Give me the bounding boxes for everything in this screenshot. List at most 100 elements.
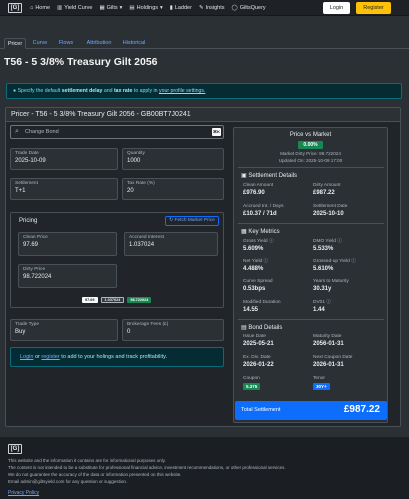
tab-attribution[interactable]: Attribution <box>82 38 116 49</box>
trade-type-field[interactable]: Trade Type Buy <box>10 319 118 341</box>
nav-holdings[interactable]: ▤ Holdings ▾ <box>129 4 162 12</box>
tab-historical[interactable]: Historical <box>119 38 149 49</box>
chevron-down-icon: ▾ <box>119 5 123 11</box>
bond-details-label: Bond Details <box>248 325 283 331</box>
gross-yield-value: 5.609% <box>243 246 264 252</box>
dirty-price-field[interactable]: Dirty Price 98.722024 <box>18 264 117 288</box>
nav-gilts-label: Gilts <box>106 5 118 11</box>
login-prompt: Login or register to add to your holings… <box>10 347 224 367</box>
issue-date: Issue Date 2025-05-21 <box>243 334 274 348</box>
quantity-value: 1000 <box>127 158 141 164</box>
total-settlement-label: Total Settlement <box>241 407 281 413</box>
nav-ladder-label: Ladder <box>174 5 192 11</box>
dmo-yield-value: 5.533% <box>313 246 334 252</box>
next-coupon-date-value: 2026-01-31 <box>313 362 344 368</box>
search-icon: ⌕ <box>15 128 19 135</box>
coupon-label: Coupon <box>243 376 260 381</box>
total-settlement-value: £987.22 <box>343 404 380 415</box>
alert-text-pre: Specify the default <box>17 88 61 94</box>
search-placeholder: Change Bond <box>25 129 59 135</box>
calendar-icon: ▣ <box>241 173 247 179</box>
nav-yield-curve[interactable]: ▥ Yield Curve <box>57 4 92 12</box>
curve-spread: Curve Spread 0.53bps <box>243 279 273 293</box>
insights-icon: ✎ <box>198 5 204 11</box>
card-title: Pricer - T56 - 5 3/8% Treasury Gilt 2056… <box>6 108 400 122</box>
nav-ladder[interactable]: ▮ Ladder <box>170 4 192 12</box>
footer-logo: [G] <box>8 444 22 454</box>
footer-disclaimer-3: We do not guarantee the accuracy of the … <box>8 472 182 477</box>
gross-yield: Gross Yield ⓘ 5.609% <box>243 239 274 253</box>
login-button[interactable]: Login <box>323 2 350 14</box>
footer-disclaimer-4: Email admin@giltsyield.com for any quest… <box>8 479 128 484</box>
dv01: DV01 ⓘ 1.44 <box>313 300 331 314</box>
tab-curve[interactable]: Curve <box>29 38 51 49</box>
years-to-maturity: Years to Maturity 30.31y <box>313 279 349 293</box>
footer-disclaimer-2: The content is not intended to be a subs… <box>8 465 286 470</box>
dirty-price-badge: 98.722024 <box>127 297 152 303</box>
dv01-value: 1.44 <box>313 307 325 313</box>
page-title: T56 - 5 3/8% Treasury Gilt 2056 <box>4 56 158 68</box>
grossed-up-yield: Grossed-up Yield ⓘ 5.610% <box>313 259 356 273</box>
nav-gilts[interactable]: ▦ Gilts ▾ <box>99 4 122 12</box>
maturity-date: Maturity Date 2056-01-31 <box>313 334 344 348</box>
brokerage-fees-field[interactable]: Brokerage Fees (£) 0 <box>122 319 224 341</box>
coupon-badge: 5.375 <box>243 383 261 390</box>
clean-price-badge: 97.69 <box>82 297 98 303</box>
register-button[interactable]: Register <box>356 2 391 14</box>
ex-div-date: Ex. Div. Date 2026-01-22 <box>243 355 274 369</box>
nav-giltsquery-label: GiltsQuery <box>239 5 266 11</box>
footer-disclaimer-1: This website and the information it cont… <box>8 458 166 463</box>
tab-pricer[interactable]: Pricer <box>4 38 26 49</box>
settlement-date: Settlement Date 2025-10-10 <box>313 204 347 218</box>
pricing-panel <box>10 212 224 308</box>
clean-price-field[interactable]: Clean Price 97.69 <box>18 232 117 256</box>
alert-tax-rate: tax rate <box>113 88 133 94</box>
bond-icon: ▤ <box>241 325 247 331</box>
dirty-amount: Dirty Amount £987.22 <box>313 183 340 197</box>
settlement-date-value: 2025-10-10 <box>313 211 344 217</box>
alert-settlement-delay: settlement delay <box>61 88 103 94</box>
change-bond-search[interactable]: ⌕ Change Bond <box>10 125 224 139</box>
coupon: Coupon 5.375 <box>243 376 261 390</box>
updated-on: Updated On: 2025-10-09 17:00 <box>278 158 343 163</box>
clean-price-value: 97.69 <box>23 242 39 248</box>
modified-duration: Modified Duration 14.55 <box>243 300 281 314</box>
modified-duration-value: 14.55 <box>243 307 259 313</box>
clean-amount-value: £976.90 <box>243 190 265 196</box>
brokerage-fees-value: 0 <box>127 329 131 335</box>
settlement-field[interactable]: Settlement T+1 <box>10 178 118 200</box>
dirty-price-value: 98.722024 <box>23 274 52 280</box>
nav-yield-curve-label: Yield Curve <box>64 5 93 11</box>
accrued-interest-field[interactable]: Accrued Interest 1.037024 <box>124 232 218 256</box>
nav-links: ⌂ Home ▥ Yield Curve ▦ Gilts ▾ ▤ Holdings ▾ ▮ L… <box>30 4 266 12</box>
tax-rate-field[interactable]: Tax Rate (%) 20 <box>122 178 224 200</box>
refresh-icon: ↻ <box>169 218 174 223</box>
price-diff-badge: 0.00% <box>298 141 323 149</box>
curve-spread-value: 0.53bps <box>243 286 266 292</box>
nav-home[interactable]: ⌂ Home <box>30 4 50 12</box>
holdings-icon: ▤ <box>129 5 135 11</box>
tax-rate-value: 20 <box>127 188 134 194</box>
chart-icon: ▥ <box>57 5 63 11</box>
top-navbar: [G] ⌂ Home ▥ Yield Curve ▦ Gilts ▾ ▤ Holdings… <box>0 0 409 16</box>
quantity-field[interactable]: Quantity 1000 <box>122 148 224 170</box>
login-link[interactable]: Login <box>20 354 33 360</box>
register-link[interactable]: register <box>41 354 59 360</box>
nav-giltsquery[interactable]: ◯ GiltsQuery <box>232 4 266 12</box>
tab-flows[interactable]: Flows <box>55 38 77 49</box>
profile-settings-link[interactable]: your profile settings. <box>159 88 205 94</box>
privacy-policy-link[interactable]: Privacy Policy <box>8 490 39 496</box>
gilts-icon: ▦ <box>99 5 105 11</box>
price-badges: 97.69 1.037024 98.722024 <box>82 297 152 303</box>
trade-date-value: 2025-10-09 <box>15 158 46 164</box>
metrics-icon: ▦ <box>241 229 247 235</box>
nav-insights[interactable]: ✎ Insights <box>199 4 225 12</box>
site-logo[interactable]: [G] <box>8 3 22 13</box>
ladder-icon: ▮ <box>169 5 173 11</box>
ex-div-date-value: 2026-01-22 <box>243 362 274 368</box>
fetch-market-price-button[interactable]: ↻ Fetch Market Price <box>165 216 219 226</box>
alert-text-post: to apply in <box>133 88 158 94</box>
trade-date-field[interactable]: Trade Date 2025-10-09 <box>10 148 118 170</box>
query-icon: ◯ <box>231 5 238 11</box>
info-icon: ● <box>13 88 17 94</box>
